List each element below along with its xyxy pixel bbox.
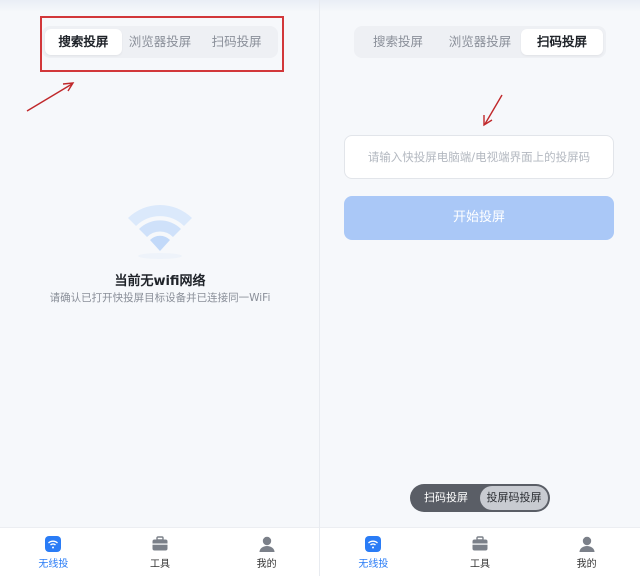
user-icon <box>579 536 595 552</box>
status-fade <box>320 0 640 12</box>
start-cast-button[interactable]: 开始投屏 <box>344 196 614 240</box>
toggle-scan-code[interactable]: 扫码投屏 <box>412 486 480 510</box>
tab-browser-cast[interactable]: 浏览器投屏 <box>439 29 521 55</box>
cast-wifi-icon <box>365 535 382 552</box>
toolbox-icon <box>472 535 488 550</box>
toolbox-icon <box>152 535 168 550</box>
nav-label: 无线投 <box>38 558 69 570</box>
cast-code-input[interactable] <box>344 135 614 179</box>
toggle-cast-code[interactable]: 投屏码投屏 <box>480 486 548 510</box>
annotation-arrow <box>26 82 75 112</box>
nav-item-tools[interactable]: 工具 <box>107 528 214 576</box>
nav-item-tools[interactable]: 工具 <box>427 528 534 576</box>
user-icon <box>259 536 275 552</box>
tab-scan-cast[interactable]: 扫码投屏 <box>521 29 603 55</box>
bottom-nav: 无线投 工具 我的 <box>320 527 640 576</box>
nav-item-wireless-cast[interactable]: 无线投 <box>320 528 427 576</box>
no-wifi-description: 请确认已打开快投屏目标设备并已连接同一WiFi <box>49 292 271 304</box>
cast-mode-tabs: 搜索投屏 浏览器投屏 扫码投屏 <box>354 26 606 58</box>
bottom-nav: 无线投 工具 我的 <box>0 527 320 576</box>
nav-label: 无线投 <box>358 558 389 570</box>
left-screen: 搜索投屏 浏览器投屏 扫码投屏 当前无wifi网络 请确认已打开快投屏目标设备并… <box>0 0 320 576</box>
no-wifi-title: 当前无wifi网络 <box>114 274 206 289</box>
nav-item-mine[interactable]: 我的 <box>213 528 320 576</box>
nav-label: 我的 <box>256 558 277 570</box>
nav-label: 我的 <box>576 558 597 570</box>
status-fade <box>0 0 320 12</box>
annotation-highlight-box <box>40 16 284 72</box>
scan-mode-toggle: 扫码投屏 投屏码投屏 <box>410 484 550 512</box>
nav-item-mine[interactable]: 我的 <box>533 528 640 576</box>
nav-label: 工具 <box>150 558 170 570</box>
cast-wifi-icon <box>45 535 62 552</box>
tab-search-cast[interactable]: 搜索投屏 <box>357 29 439 55</box>
nav-item-wireless-cast[interactable]: 无线投 <box>0 528 107 576</box>
annotation-arrow <box>483 94 503 127</box>
nav-label: 工具 <box>470 558 490 570</box>
no-wifi-icon <box>122 198 198 260</box>
